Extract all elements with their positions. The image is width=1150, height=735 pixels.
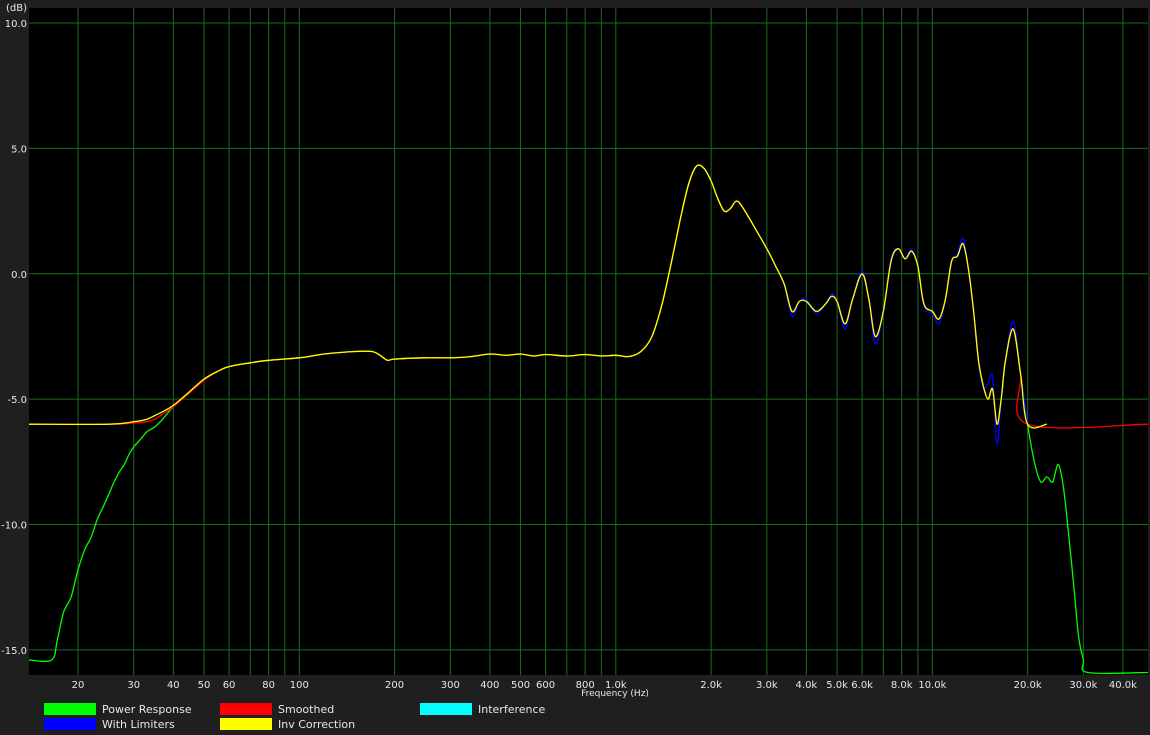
frequency-response-chart: 10.0 5.0 0.0 -5.0 -10.0 -15.0 20 30 40 50 60 80 100… (1, 3, 1149, 699)
y-tick-label: -15.0 (1, 646, 27, 657)
legend-swatch-with-limiters (44, 718, 96, 730)
legend-item-interference: Interference (420, 702, 545, 716)
y-tick-label: 5.0 (11, 144, 27, 155)
y-tick-label: -5.0 (7, 395, 27, 406)
legend-item-smoothed: Smoothed (220, 702, 334, 716)
x-tick-label: 5.0k (826, 680, 848, 691)
x-tick-label: 4.0k (796, 680, 818, 691)
legend-swatch-smoothed (220, 703, 272, 715)
x-axis-label: Frequency (Hz) (581, 689, 649, 699)
x-tick-label: 30.0k (1069, 680, 1097, 691)
y-tick-label: 10.0 (5, 19, 27, 30)
plot-background (29, 8, 1148, 675)
x-tick-label: 8.0k (891, 680, 913, 691)
legend-label-smoothed: Smoothed (278, 702, 335, 716)
legend-label-with-limiters: With Limiters (102, 717, 175, 731)
x-tick-label: 50 (198, 680, 211, 691)
x-tick-label: 80 (262, 680, 275, 691)
x-tick-label: 40 (167, 680, 180, 691)
legend-swatch-power-response (44, 703, 96, 715)
legend-item-with-limiters: With Limiters (44, 717, 175, 731)
legend-label-interference: Interference (478, 702, 546, 716)
x-tick-label: 300 (441, 680, 460, 691)
x-tick-label: 3.0k (756, 680, 778, 691)
x-tick-label: 6.0k (851, 680, 873, 691)
y-tick-label: 0.0 (11, 270, 27, 281)
x-tick-label: 20 (72, 680, 85, 691)
legend-label-power-response: Power Response (102, 702, 192, 716)
legend-item-inv-correction: Inv Correction (220, 717, 355, 731)
x-tick-label: 100 (290, 680, 309, 691)
legend: Power Response With Limiters Smoothed In… (0, 700, 1150, 735)
x-tick-label: 10.0k (918, 680, 946, 691)
legend-swatch-interference (420, 703, 472, 715)
x-tick-label: 2.0k (700, 680, 722, 691)
x-tick-label: 200 (385, 680, 404, 691)
x-tick-label: 400 (480, 680, 499, 691)
legend-item-power-response: Power Response (44, 702, 192, 716)
x-tick-label: 60 (223, 680, 236, 691)
legend-label-inv-correction: Inv Correction (278, 717, 356, 731)
legend-swatch-inv-correction (220, 718, 272, 730)
x-tick-label: 20.0k (1014, 680, 1042, 691)
y-axis-label: (dB) (6, 3, 27, 14)
x-tick-label: 30 (127, 680, 140, 691)
x-tick-label: 600 (536, 680, 555, 691)
y-tick-label: -10.0 (1, 521, 27, 532)
x-tick-label: 500 (511, 680, 530, 691)
y-axis-ticks: 10.0 5.0 0.0 -5.0 -10.0 -15.0 (1, 19, 27, 657)
x-tick-label: 40.0k (1109, 680, 1137, 691)
